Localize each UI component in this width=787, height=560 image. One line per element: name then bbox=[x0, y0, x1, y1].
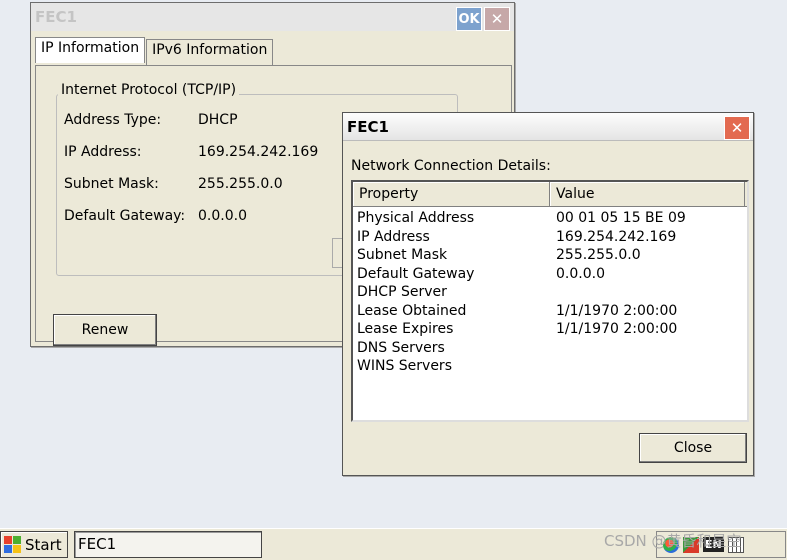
value-cell bbox=[552, 283, 745, 302]
subnet-mask-value: 255.255.0.0 bbox=[198, 176, 283, 192]
address-type-value: DHCP bbox=[198, 112, 238, 128]
property-cell: WINS Servers bbox=[357, 358, 452, 374]
ip-address-label: IP Address: bbox=[64, 144, 142, 160]
details-titlebar[interactable]: FEC1 bbox=[343, 113, 753, 141]
value-cell bbox=[552, 357, 745, 376]
property-cell: Subnet Mask bbox=[357, 247, 448, 263]
close-icon[interactable]: ✕ bbox=[724, 116, 750, 140]
taskbar-item-fec1[interactable]: FEC1 bbox=[74, 531, 262, 558]
value-cell: 0.0.0.0 bbox=[556, 265, 605, 282]
value-cell: 169.254.242.169 bbox=[556, 228, 677, 245]
details-listview[interactable]: Property Value Physical Address 00 01 05… bbox=[351, 180, 749, 422]
close-icon[interactable]: ✕ bbox=[484, 7, 510, 31]
ip-info-title: FEC1 bbox=[35, 8, 77, 26]
value-cell: 1/1/1970 2:00:00 bbox=[556, 302, 678, 319]
listview-header: Property Value bbox=[353, 182, 747, 207]
details-title: FEC1 bbox=[347, 117, 389, 136]
tab-ip-information[interactable]: IP Information bbox=[35, 37, 146, 63]
connection-details-window: FEC1 ✕ Network Connection Details: Prope… bbox=[342, 112, 754, 476]
details-caption: Network Connection Details: bbox=[351, 158, 551, 174]
column-header-property[interactable]: Property bbox=[353, 182, 550, 206]
watermark: CSDN @黄昏和星空 bbox=[604, 532, 742, 550]
tcpip-group-label: Internet Protocol (TCP/IP) bbox=[58, 82, 240, 98]
property-cell: Lease Obtained bbox=[357, 302, 467, 319]
property-cell: DNS Servers bbox=[357, 339, 445, 356]
value-cell: 00 01 05 15 BE 09 bbox=[556, 210, 686, 226]
value-cell: 1/1/1970 2:00:00 bbox=[556, 321, 678, 337]
renew-button[interactable]: Renew bbox=[53, 314, 157, 346]
list-item[interactable]: Physical Address 00 01 05 15 BE 09 bbox=[353, 209, 747, 228]
property-cell: Default Gateway bbox=[357, 265, 475, 282]
list-item[interactable]: DNS Servers bbox=[353, 339, 747, 358]
start-button[interactable]: Start bbox=[0, 531, 68, 558]
address-type-label: Address Type: bbox=[64, 112, 162, 128]
list-item[interactable]: IP Address 169.254.242.169 bbox=[353, 228, 747, 247]
list-item[interactable]: DHCP Server bbox=[353, 283, 747, 302]
property-cell: DHCP Server bbox=[357, 284, 447, 300]
windows-logo-icon bbox=[4, 536, 21, 553]
ip-address-value: 169.254.242.169 bbox=[198, 144, 319, 160]
default-gateway-value: 0.0.0.0 bbox=[198, 208, 247, 224]
list-item[interactable]: WINS Servers bbox=[353, 357, 747, 376]
tab-strip: IP Information IPv6 Information bbox=[35, 37, 274, 65]
column-header-value[interactable]: Value bbox=[550, 182, 745, 206]
list-item[interactable]: Lease Expires 1/1/1970 2:00:00 bbox=[353, 320, 747, 339]
value-cell: 255.255.0.0 bbox=[556, 247, 641, 263]
close-button[interactable]: Close bbox=[639, 433, 747, 463]
start-label: Start bbox=[25, 535, 62, 554]
list-item[interactable]: Subnet Mask 255.255.0.0 bbox=[353, 246, 747, 265]
tab-ipv6-information[interactable]: IPv6 Information bbox=[146, 39, 274, 65]
property-cell: Physical Address bbox=[357, 210, 475, 226]
ip-info-titlebar[interactable]: FEC1 bbox=[31, 3, 514, 31]
listview-body: Physical Address 00 01 05 15 BE 09 IP Ad… bbox=[353, 207, 747, 376]
property-cell: IP Address bbox=[357, 228, 430, 245]
list-item[interactable]: Lease Obtained 1/1/1970 2:00:00 bbox=[353, 302, 747, 321]
subnet-mask-label: Subnet Mask: bbox=[64, 176, 159, 192]
value-cell bbox=[552, 339, 745, 358]
ok-button[interactable]: OK bbox=[456, 7, 482, 31]
list-item[interactable]: Default Gateway 0.0.0.0 bbox=[353, 265, 747, 284]
property-cell: Lease Expires bbox=[357, 321, 454, 337]
default-gateway-label: Default Gateway: bbox=[64, 208, 186, 224]
